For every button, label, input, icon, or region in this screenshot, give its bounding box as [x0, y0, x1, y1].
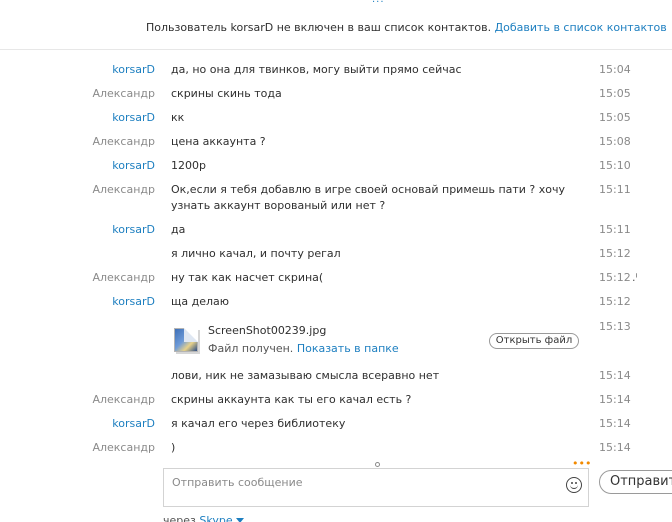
message-sender[interactable]: korsarD	[112, 109, 155, 127]
message-row: korsarD да, но она для твинков, могу вый…	[0, 61, 672, 79]
message-text: я качал его через библиотеку	[171, 417, 346, 430]
message-text: скрины аккаунта как ты его качал есть ?	[171, 393, 412, 406]
chevron-down-icon[interactable]	[235, 518, 244, 522]
message-row: Александр скрины аккаунта как ты его кач…	[0, 391, 672, 409]
message-sender[interactable]: korsarD	[112, 157, 155, 175]
message-sender[interactable]: Александр	[92, 133, 155, 151]
skype-service-selector[interactable]: Skype	[199, 514, 244, 522]
message-sender[interactable]: korsarD	[112, 61, 155, 79]
skype-chat-window: ... Пользователь korsarD не включен в ва…	[0, 0, 672, 522]
message-text: цена аккаунта ?	[171, 135, 266, 148]
message-sender[interactable]: Александр	[92, 269, 155, 287]
smiley-eye	[575, 482, 577, 484]
message-text: да	[171, 223, 186, 236]
message-sender[interactable]: korsarD	[112, 293, 155, 311]
message-row: Александр цена аккаунта ? 15:08	[0, 133, 672, 151]
smiley-mouth	[570, 485, 578, 489]
message-input[interactable]: Отправить сообщение	[163, 468, 589, 507]
message-text: я лично качал, и почту регал	[171, 247, 341, 260]
file-transfer: ScreenShot00239.jpg Файл получен. Показа…	[0, 320, 672, 360]
message-time: 15:14	[599, 393, 631, 406]
open-file-button[interactable]: Открыть файл	[489, 333, 579, 349]
typing-indicator: •••	[572, 457, 592, 470]
message-row: я лично качал, и почту регал 15:12	[0, 245, 672, 263]
message-sender[interactable]: Александр	[92, 391, 155, 409]
message-sender[interactable]: korsarD	[112, 415, 155, 433]
message-input-placeholder: Отправить сообщение	[172, 476, 303, 489]
message-time: 15:12	[599, 247, 631, 260]
message-time: 15:14	[599, 417, 631, 430]
smiley-eye	[571, 482, 573, 484]
message-text: )	[171, 441, 176, 454]
message-sender[interactable]: Александр	[92, 439, 155, 457]
send-button[interactable]: Отправит	[599, 470, 672, 494]
file-status-text: Файл получен.	[208, 342, 294, 355]
message-time: 15:10	[599, 159, 631, 172]
file-time: 15:13	[599, 320, 631, 333]
message-time: 15:11	[599, 183, 631, 196]
scroll-indicator[interactable]	[375, 462, 380, 467]
message-row: korsarD ща делаю 15:12	[0, 293, 672, 311]
file-corner	[184, 328, 198, 342]
message-row: korsarD кк 15:05	[0, 109, 672, 127]
message-row: korsarD я качал его через библиотеку 15:…	[0, 415, 672, 433]
smiley-icon[interactable]	[566, 477, 582, 493]
show-in-folder-link[interactable]: Показать в папке	[297, 342, 399, 355]
message-text: скрины скинь тода	[171, 87, 282, 100]
message-text: Ок,если я тебя добавлю в игре своей осно…	[171, 183, 566, 212]
message-time: 15:14	[599, 441, 631, 454]
via-service: через Skype	[163, 514, 244, 522]
message-row: лови, ник не замазываю смысла всеравно н…	[0, 367, 672, 385]
message-text: кк	[171, 111, 185, 124]
message-text: 1200р	[171, 159, 206, 172]
message-list: korsarD да, но она для твинков, могу вый…	[0, 0, 672, 460]
message-text: лови, ник не замазываю смысла всеравно н…	[171, 369, 440, 382]
message-text: ну так как насчет скрина(	[171, 271, 324, 284]
message-sender[interactable]: korsarD	[112, 221, 155, 239]
message-sender[interactable]: Александр	[92, 85, 155, 103]
message-time: 15:14	[599, 369, 631, 382]
message-row: korsarD да 15:11	[0, 221, 672, 239]
message-time: 15:11	[599, 223, 631, 236]
message-time: 15:05	[599, 111, 631, 124]
message-time: 15:08	[599, 135, 631, 148]
skype-label[interactable]: Skype	[199, 514, 232, 522]
message-time: 15:12	[599, 295, 631, 308]
via-label: через	[163, 514, 196, 522]
message-row: Александр скрины скинь тода 15:05	[0, 85, 672, 103]
message-text: ща делаю	[171, 295, 230, 308]
message-row: Александр Ок,если я тебя добавлю в игре …	[0, 181, 672, 217]
message-row: Александр ну так как насчет скрина( 15:1…	[0, 269, 672, 287]
message-row: korsarD 1200р 15:10	[0, 157, 672, 175]
message-text: да, но она для твинков, могу выйти прямо…	[171, 63, 462, 76]
message-row: Александр ) 15:14	[0, 439, 672, 457]
message-sender[interactable]: Александр	[92, 181, 155, 199]
image-file-icon[interactable]	[174, 328, 198, 352]
message-time: 15:12	[599, 271, 631, 284]
message-time: 15:05	[599, 87, 631, 100]
edited-marker: .ⁱ	[632, 271, 638, 284]
file-name[interactable]: ScreenShot00239.jpg	[208, 323, 326, 339]
message-time: 15:04	[599, 63, 631, 76]
file-status: Файл получен. Показать в папке	[208, 341, 399, 357]
